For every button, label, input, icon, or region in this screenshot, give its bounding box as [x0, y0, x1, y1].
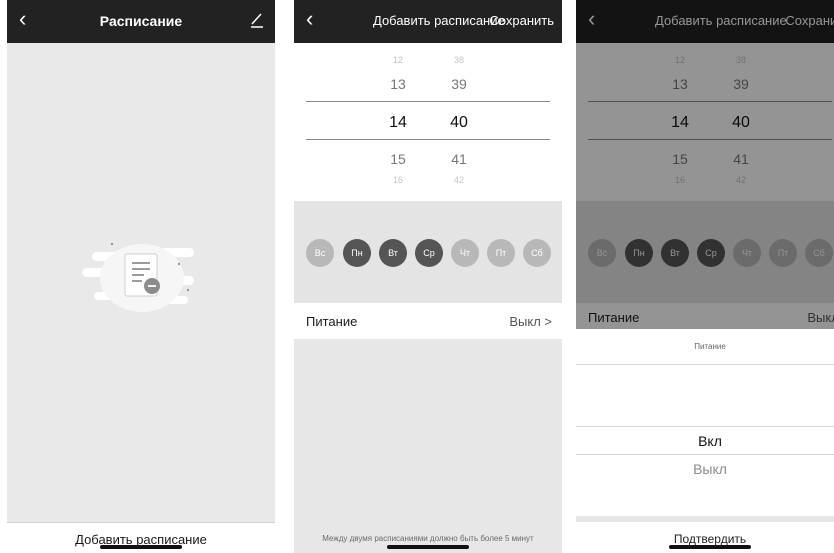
screen-add-schedule: ‹ Добавить расписание Сохранить 12 13 14… — [294, 0, 562, 553]
power-option-off[interactable]: Выкл — [576, 461, 834, 477]
empty-schedule-illustration-icon — [82, 242, 194, 312]
sheet-title: Питание — [694, 342, 726, 351]
hour-option[interactable]: 15 — [378, 151, 418, 167]
page-title: Добавить расписание — [373, 13, 505, 28]
time-picker[interactable]: 12 13 14 15 16 38 39 40 41 42 — [294, 43, 562, 201]
divider — [576, 364, 834, 365]
confirm-button[interactable]: Подтвердить — [576, 532, 834, 546]
minute-option[interactable]: 39 — [439, 76, 479, 92]
day-fri[interactable]: Пт — [487, 239, 515, 267]
hour-selected[interactable]: 14 — [378, 114, 418, 132]
minute-option[interactable]: 38 — [439, 55, 479, 65]
screen-schedule-list: ‹ Расписание Добавить расписание — [7, 0, 275, 553]
day-wed[interactable]: Ср — [415, 239, 443, 267]
day-tue[interactable]: Вт — [379, 239, 407, 267]
picker-selection-line-top — [576, 426, 834, 427]
power-setting-row[interactable]: Питание Выкл > — [294, 303, 562, 339]
power-label: Питание — [306, 314, 358, 329]
top-bar: ‹ Добавить расписание Сохранить — [294, 0, 562, 43]
schedule-interval-note: Между двумя расписаниями должно быть бол… — [322, 534, 534, 543]
lower-area — [294, 339, 562, 553]
page-title: Расписание — [99, 13, 183, 29]
hour-option[interactable]: 12 — [378, 55, 418, 65]
day-mon[interactable]: Пн — [343, 239, 371, 267]
save-button[interactable]: Сохранить — [489, 13, 554, 28]
pencil-icon[interactable] — [249, 11, 265, 29]
home-indicator — [100, 545, 182, 549]
back-icon[interactable]: ‹ — [306, 8, 313, 30]
day-thu[interactable]: Чт — [451, 239, 479, 267]
picker-selection-line-bottom — [576, 454, 834, 455]
top-bar: ‹ Расписание — [7, 0, 275, 43]
divider — [576, 516, 834, 522]
day-sat[interactable]: Сб — [523, 239, 551, 267]
power-option-on[interactable]: Вкл — [576, 433, 834, 449]
day-sun[interactable]: Вс — [306, 239, 334, 267]
power-picker-sheet: Питание Вкл Выкл Подтвердить — [576, 329, 834, 553]
hour-option[interactable]: 16 — [378, 175, 418, 185]
hour-option[interactable]: 13 — [378, 76, 418, 92]
screen-power-picker: ‹ Добавить расписание Сохранить 12 13 14… — [576, 0, 834, 553]
home-indicator — [669, 545, 751, 549]
picker-selection-line-bottom — [306, 139, 550, 140]
home-indicator — [387, 545, 469, 549]
minute-option[interactable]: 41 — [439, 151, 479, 167]
power-value: Выкл > — [509, 314, 552, 329]
minute-selected[interactable]: 40 — [439, 114, 479, 132]
minute-option[interactable]: 42 — [439, 175, 479, 185]
picker-selection-line-top — [306, 101, 550, 102]
weekday-selector: Вс Пн Вт Ср Чт Пт Сб — [294, 201, 562, 303]
